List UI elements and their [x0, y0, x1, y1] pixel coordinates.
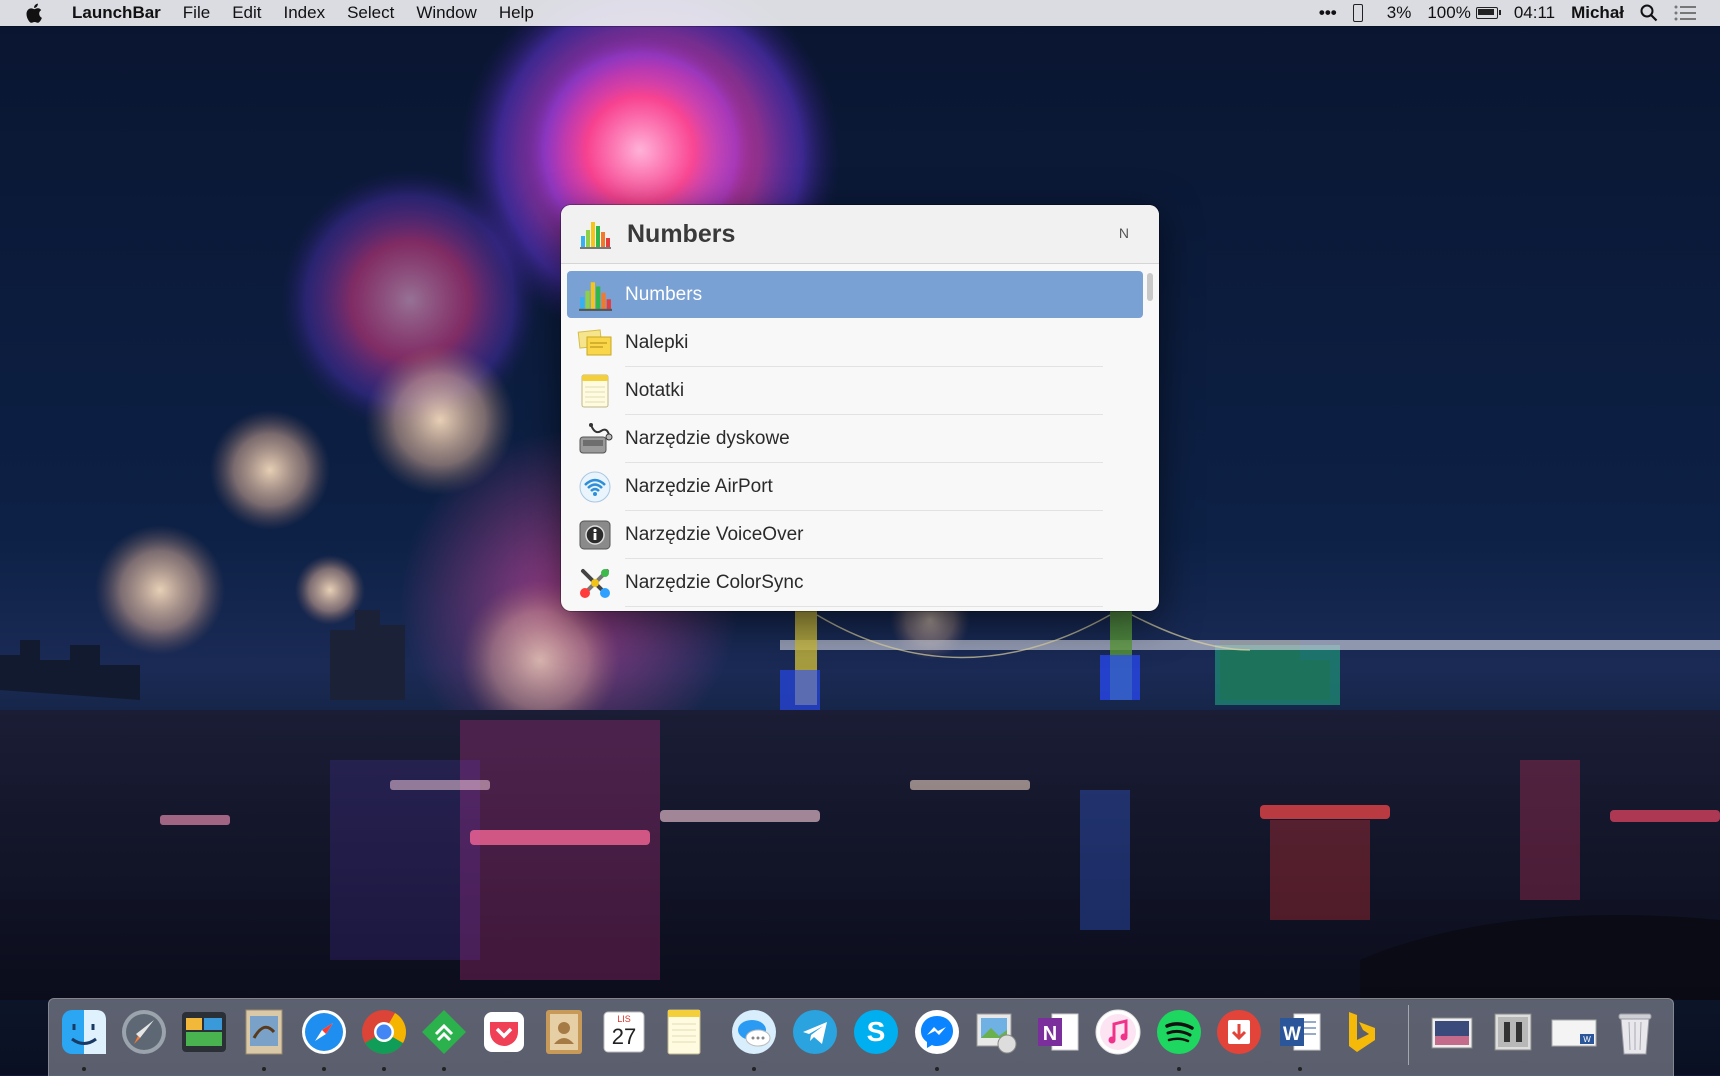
user-menu[interactable]: Michał	[1563, 0, 1632, 26]
dock-running-indicator	[322, 1067, 326, 1071]
dock-stack-documents-icon[interactable]: W	[1548, 1006, 1600, 1058]
dock-feedly-icon[interactable]	[418, 1006, 470, 1058]
phone-battery-percent: 3%	[1386, 3, 1412, 22]
dock-running-indicator	[82, 1067, 86, 1071]
airport-utility-icon	[577, 469, 613, 505]
result-item-narzedzie-voiceover[interactable]: Narzędzie VoiceOver	[567, 511, 1143, 559]
stickies-icon	[577, 325, 613, 361]
result-item-nalepki[interactable]: Nalepki	[567, 319, 1143, 367]
dock-transmit-icon[interactable]	[1213, 1006, 1265, 1058]
dock-safari-icon[interactable]	[298, 1006, 350, 1058]
phone-battery-status[interactable]: 3%	[1345, 0, 1420, 26]
row-divider	[625, 606, 1103, 607]
voiceover-utility-icon	[577, 517, 613, 553]
abbreviation-key: N	[1118, 225, 1129, 241]
colorsync-utility-icon	[577, 565, 613, 601]
notification-center-icon[interactable]	[1666, 5, 1704, 21]
dock-running-indicator	[262, 1067, 266, 1071]
dock-mail-icon[interactable]	[238, 1006, 290, 1058]
dock-word-icon[interactable]: W	[1274, 1006, 1326, 1058]
disk-utility-icon	[577, 421, 613, 457]
spotlight-search-icon[interactable]	[1632, 4, 1666, 22]
svg-text:W: W	[1583, 1035, 1591, 1044]
dock-notes-icon[interactable]	[658, 1006, 710, 1058]
result-item-narzedzie-dyskowe[interactable]: Narzędzie dyskowe	[567, 415, 1143, 463]
dock-preview-icon[interactable]	[971, 1006, 1023, 1058]
svg-text:N: N	[1043, 1023, 1057, 1045]
result-label: Notatki	[625, 379, 685, 401]
dock-onenote-icon[interactable]: N	[1032, 1006, 1084, 1058]
result-label: Nalepki	[625, 331, 689, 353]
menu-select[interactable]: Select	[336, 0, 405, 26]
launchbar-window: Numbers N Numbers Nalepki Notatki Narzęd…	[561, 205, 1159, 611]
results-scrollbar[interactable]	[1147, 273, 1153, 301]
result-label: Numbers	[625, 283, 703, 305]
result-item-notatki[interactable]: Notatki	[567, 367, 1143, 415]
dock-running-indicator	[935, 1067, 939, 1071]
calendar-day: 27	[611, 1024, 637, 1049]
result-label: Narzędzie ColorSync	[625, 571, 804, 593]
dock-calendar-icon[interactable]: LIS 27	[598, 1006, 650, 1058]
dock-running-indicator	[752, 1067, 756, 1071]
svg-text:W: W	[1283, 1024, 1301, 1045]
result-item-narzedzie-colorsync[interactable]: Narzędzie ColorSync	[567, 559, 1143, 607]
dock-running-indicator	[382, 1067, 386, 1071]
dock-launchpad-icon[interactable]	[118, 1006, 170, 1058]
result-label: Narzędzie VoiceOver	[625, 523, 804, 545]
menu-index[interactable]: Index	[273, 0, 337, 26]
calendar-month: LIS	[617, 1014, 631, 1024]
result-item-narzedzie-airport[interactable]: Narzędzie AirPort	[567, 463, 1143, 511]
dock-pocket-icon[interactable]	[478, 1006, 530, 1058]
menu-app-launchbar[interactable]: LaunchBar	[64, 0, 172, 26]
dock-spotify-icon[interactable]	[1153, 1006, 1205, 1058]
menu-window[interactable]: Window	[405, 0, 487, 26]
apple-menu-icon[interactable]	[24, 2, 46, 24]
menu-help[interactable]: Help	[488, 0, 545, 26]
dock-photo-app-icon[interactable]	[178, 1006, 230, 1058]
battery-percent: 100%	[1427, 3, 1471, 22]
dock-running-indicator	[1298, 1067, 1302, 1071]
dock-skype-icon[interactable]: S	[850, 1006, 902, 1058]
phone-icon	[1352, 4, 1363, 22]
dock-finder-icon[interactable]	[58, 1006, 110, 1058]
numbers-icon	[577, 277, 613, 313]
result-label: Narzędzie AirPort	[625, 475, 773, 497]
clock[interactable]: 04:11	[1506, 0, 1563, 26]
dock-stack-movies-icon[interactable]	[1487, 1006, 1539, 1058]
dock-messages-icon[interactable]	[728, 1006, 780, 1058]
dock-separator	[1408, 1005, 1409, 1065]
dock-stack-photos-icon[interactable]	[1426, 1006, 1478, 1058]
dock-running-indicator	[1177, 1067, 1181, 1071]
dock-messenger-icon[interactable]	[911, 1006, 963, 1058]
launchbar-header: Numbers N	[561, 205, 1159, 264]
launchbar-title: Numbers	[627, 219, 736, 248]
dock-telegram-icon[interactable]	[789, 1006, 841, 1058]
dock-running-indicator	[442, 1067, 446, 1071]
menu-edit[interactable]: Edit	[221, 0, 272, 26]
results-list: Numbers Nalepki Notatki Narzędzie dyskow…	[567, 271, 1143, 607]
menu-bar: LaunchBar File Edit Index Select Window …	[0, 0, 1720, 26]
result-label: Narzędzie dyskowe	[625, 427, 790, 449]
dock-chrome-icon[interactable]	[358, 1006, 410, 1058]
result-item-numbers[interactable]: Numbers	[567, 271, 1143, 318]
battery-status[interactable]: 100%	[1419, 0, 1505, 26]
dock-itunes-icon[interactable]	[1092, 1006, 1144, 1058]
notes-icon	[577, 373, 613, 409]
battery-icon	[1475, 7, 1501, 19]
svg-text:S: S	[867, 1016, 886, 1047]
dock-contacts-icon[interactable]	[538, 1006, 590, 1058]
dock-trash-icon[interactable]	[1609, 1006, 1661, 1058]
menu-file[interactable]: File	[172, 0, 221, 26]
numbers-icon	[580, 222, 611, 249]
dock-bing-app-icon[interactable]	[1335, 1006, 1387, 1058]
more-menu-extras[interactable]: •••	[1311, 0, 1345, 26]
